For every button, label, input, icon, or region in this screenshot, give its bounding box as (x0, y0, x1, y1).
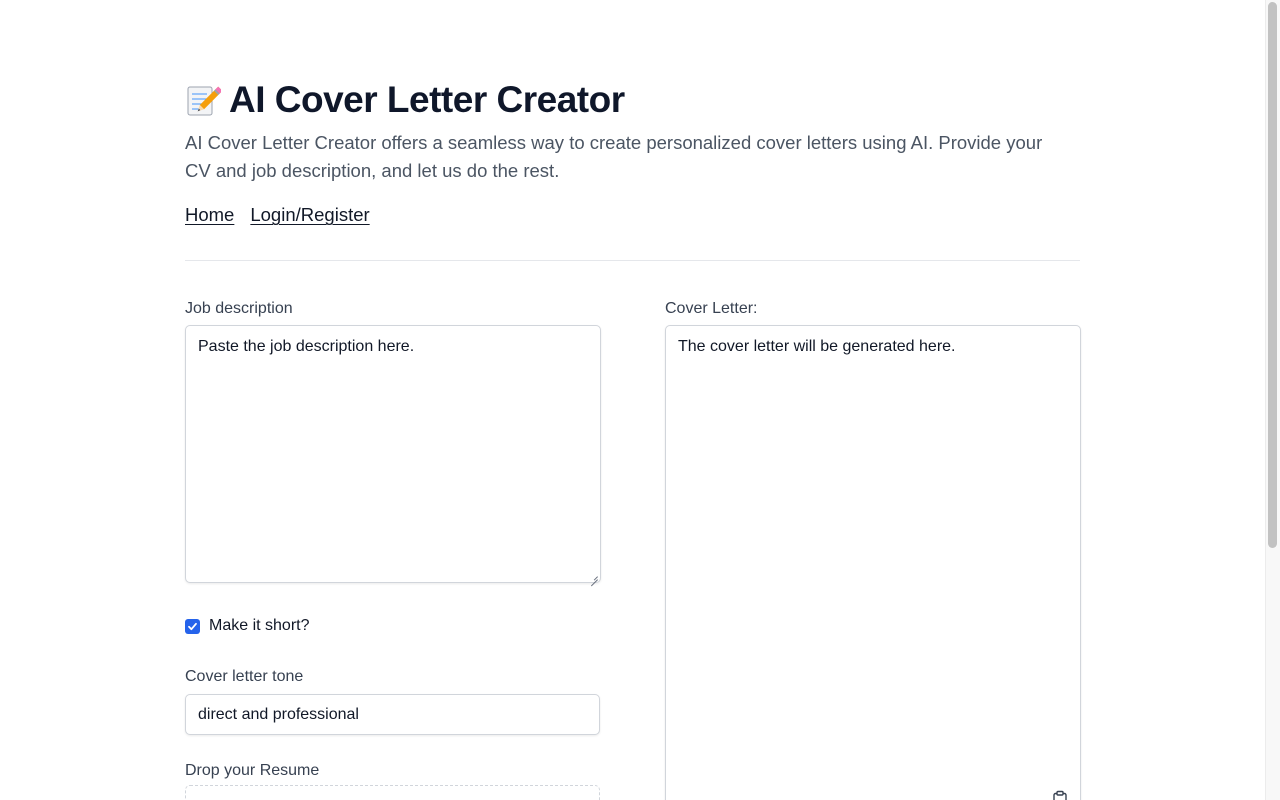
make-short-option[interactable]: Make it short? (185, 617, 309, 635)
make-short-label: Make it short? (209, 617, 310, 634)
resume-label: Drop your Resume (185, 762, 320, 779)
resume-dropzone[interactable] (185, 785, 600, 800)
resize-handle-icon[interactable] (590, 572, 598, 580)
job-description-textarea[interactable]: Paste the job description here. (185, 325, 601, 583)
top-nav: Home Login/Register (185, 202, 370, 228)
nav-link-login-register[interactable]: Login/Register (250, 202, 369, 228)
tone-label: Cover letter tone (185, 668, 304, 685)
tone-input[interactable]: direct and professional (185, 694, 600, 735)
clipboard-icon[interactable] (1051, 790, 1069, 800)
cover-letter-output[interactable]: The cover letter will be generated here. (665, 325, 1081, 800)
cover-letter-label: Cover Letter: (665, 300, 758, 317)
header: AI Cover Letter Creator (185, 78, 625, 122)
job-description-label: Job description (185, 300, 293, 317)
checkmark-icon (188, 622, 197, 630)
tone-value: direct and professional (198, 705, 359, 723)
page-subtitle: AI Cover Letter Creator offers a seamles… (185, 132, 1043, 181)
cover-letter-placeholder: The cover letter will be generated here. (678, 338, 956, 355)
header-divider (185, 260, 1080, 261)
job-description-placeholder: Paste the job description here. (198, 338, 415, 355)
make-short-checkbox[interactable] (185, 618, 200, 634)
page: AI Cover Letter Creator AI Cover Letter … (0, 0, 1280, 800)
page-title: AI Cover Letter Creator (229, 79, 625, 120)
page-scrollbar-thumb[interactable] (1268, 2, 1277, 548)
memo-pencil-icon (185, 82, 223, 118)
nav-link-home[interactable]: Home (185, 202, 234, 228)
